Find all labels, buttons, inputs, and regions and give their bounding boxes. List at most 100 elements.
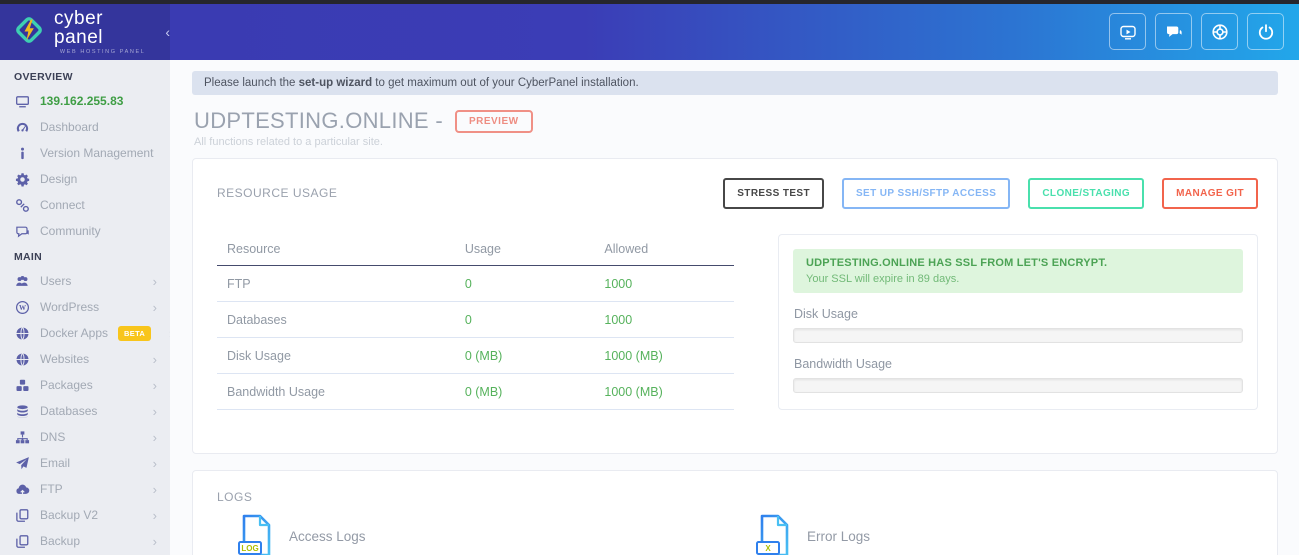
youtube-icon [1118, 22, 1138, 42]
ssl-status-alert: UDPTESTING.ONLINE HAS SSL FROM LET'S ENC… [793, 249, 1243, 293]
sidebar-item-design[interactable]: Design [0, 166, 170, 192]
table-row: Databases 0 1000 [217, 301, 734, 338]
copy-icon [15, 534, 30, 549]
sidebar-item-email[interactable]: Email › [0, 450, 170, 476]
power-button[interactable] [1247, 13, 1284, 50]
log-file-icon: LOG [237, 513, 274, 555]
chat-icon [15, 224, 30, 239]
chat-button[interactable] [1155, 13, 1192, 50]
svg-text:W: W [19, 304, 26, 312]
sidebar-item-backup-v2[interactable]: Backup V2 › [0, 502, 170, 528]
monitor-icon [15, 94, 30, 109]
resource-usage-value: 0 (MB) [454, 373, 595, 410]
chevron-right-icon: › [152, 403, 157, 419]
sidebar-item-backup[interactable]: Backup › [0, 528, 170, 554]
notice-text-suffix: to get maximum out of your CyberPanel in… [372, 77, 639, 89]
table-row: Bandwidth Usage 0 (MB) 1000 (MB) [217, 373, 734, 410]
sidebar-item-websites[interactable]: Websites › [0, 346, 170, 372]
ssh-sftp-access-button[interactable]: SET UP SSH/SFTP ACCESS [841, 178, 1011, 209]
resource-allowed-value: 1000 [594, 265, 734, 302]
sidebar-item-users[interactable]: Users › [0, 268, 170, 294]
sidebar-item-packages[interactable]: Packages › [0, 372, 170, 398]
chevron-right-icon: › [152, 455, 157, 471]
resource-usage-value: 0 [454, 265, 595, 302]
chevron-right-icon: › [152, 299, 157, 315]
chevron-right-icon: › [152, 481, 157, 497]
table-header-allowed: Allowed [594, 234, 734, 266]
globe-icon [15, 326, 30, 341]
preview-button[interactable]: PREVIEW [454, 109, 533, 133]
error-logs-link[interactable]: X Error Logs [735, 513, 1253, 555]
sidebar-item-version-management[interactable]: Version Management [0, 140, 170, 166]
resource-name: Databases [217, 301, 455, 338]
sidebar-item-label: Users [40, 274, 72, 288]
sidebar-section-overview: OVERVIEW [14, 71, 73, 83]
svg-text:LOG: LOG [241, 544, 258, 553]
setup-wizard-link[interactable]: set-up wizard [299, 77, 372, 89]
page-head: UDPTESTING.ONLINE - PREVIEW All function… [194, 108, 1278, 148]
page-title: UDPTESTING.ONLINE - [194, 108, 443, 133]
resource-usage-card: RESOURCE USAGE STRESS TEST SET UP SSH/SFT… [192, 158, 1278, 454]
sidebar-item-label: Websites [40, 352, 90, 366]
cloud-upload-icon [15, 482, 30, 497]
sidebar: OVERVIEW 139.162.255.83 Dashboard Version M… [0, 60, 170, 555]
sidebar-section-main: MAIN [14, 251, 43, 263]
resource-allowed-value: 1000 (MB) [594, 337, 734, 374]
power-icon [1256, 22, 1276, 42]
sidebar-item-connect[interactable]: Connect [0, 192, 170, 218]
access-logs-link[interactable]: LOG Access Logs [217, 513, 735, 555]
app-title: cyber panel [54, 7, 103, 48]
sidebar-item-databases[interactable]: Databases › [0, 398, 170, 424]
sidebar-item-label: Version Management [40, 146, 154, 160]
gear-icon [15, 172, 30, 187]
top-header-bar: cyber panel WEB HOSTING PANEL ‹ [0, 4, 1299, 60]
logs-title: LOGS [217, 490, 253, 504]
beta-badge: BETA [118, 325, 152, 341]
resource-usage-table: Resource Usage Allowed FTP 0 1000 Databases 0 10… [217, 234, 734, 410]
manage-git-button[interactable]: MANAGE GIT [1162, 178, 1258, 209]
sidebar-item-wordpress[interactable]: W WordPress › [0, 294, 170, 320]
table-row: FTP 0 1000 [217, 265, 734, 302]
sidebar-item-139-162-255-83[interactable]: 139.162.255.83 [0, 88, 170, 114]
svg-text:X: X [765, 544, 771, 553]
ssl-expiry-line: Your SSL will expire in 89 days. [806, 273, 960, 285]
sidebar-item-label: Packages [40, 378, 93, 392]
sidebar-item-dashboard[interactable]: Dashboard [0, 114, 170, 140]
brand-area: cyber panel WEB HOSTING PANEL ‹ [0, 4, 170, 60]
stress-test-button[interactable]: STRESS TEST [723, 178, 824, 209]
main-content: Please launch the set-up wizard to get m… [170, 60, 1299, 555]
sidebar-item-dns[interactable]: DNS › [0, 424, 170, 450]
link-icon [15, 198, 30, 213]
sidebar-item-community[interactable]: Community [0, 218, 170, 244]
log-label: Access Logs [289, 528, 366, 544]
chevron-right-icon: › [152, 273, 157, 289]
page-subtitle: All functions related to a particular si… [194, 136, 383, 148]
sidebar-item-docker-apps[interactable]: Docker AppsBETA› [0, 320, 170, 346]
header-actions [1109, 13, 1284, 50]
disk-usage-progressbar [793, 328, 1243, 343]
support-button[interactable] [1201, 13, 1238, 50]
resource-name: Disk Usage [217, 337, 455, 374]
chevron-right-icon: › [152, 533, 157, 549]
sidebar-item-label: Community [40, 224, 101, 238]
sidebar-item-label: Backup [40, 534, 81, 548]
table-header-usage: Usage [454, 234, 595, 266]
sidebar-collapse-button[interactable]: ‹ [165, 24, 170, 40]
sidebar-item-label: 139.162.255.83 [40, 94, 124, 108]
ssl-status-panel: UDPTESTING.ONLINE HAS SSL FROM LET'S ENC… [778, 234, 1258, 410]
chevron-right-icon: › [152, 351, 157, 367]
bandwidth-usage-progressbar [793, 378, 1243, 393]
sidebar-item-ftp[interactable]: FTP › [0, 476, 170, 502]
resource-allowed-value: 1000 [594, 301, 734, 338]
info-icon [15, 146, 30, 161]
notice-text: Please launch the [204, 77, 299, 89]
logs-row: LOG Access Logs X Error Logs [217, 513, 1253, 555]
clone-staging-button[interactable]: CLONE/STAGING [1028, 178, 1145, 209]
paper-plane-icon [15, 456, 30, 471]
users-icon [15, 274, 30, 289]
dashboard-icon [15, 120, 30, 135]
youtube-button[interactable] [1109, 13, 1146, 50]
chevron-right-icon: › [152, 377, 157, 393]
brand-text: cyber panel WEB HOSTING PANEL [54, 9, 151, 56]
app-subtitle: WEB HOSTING PANEL [59, 48, 146, 55]
